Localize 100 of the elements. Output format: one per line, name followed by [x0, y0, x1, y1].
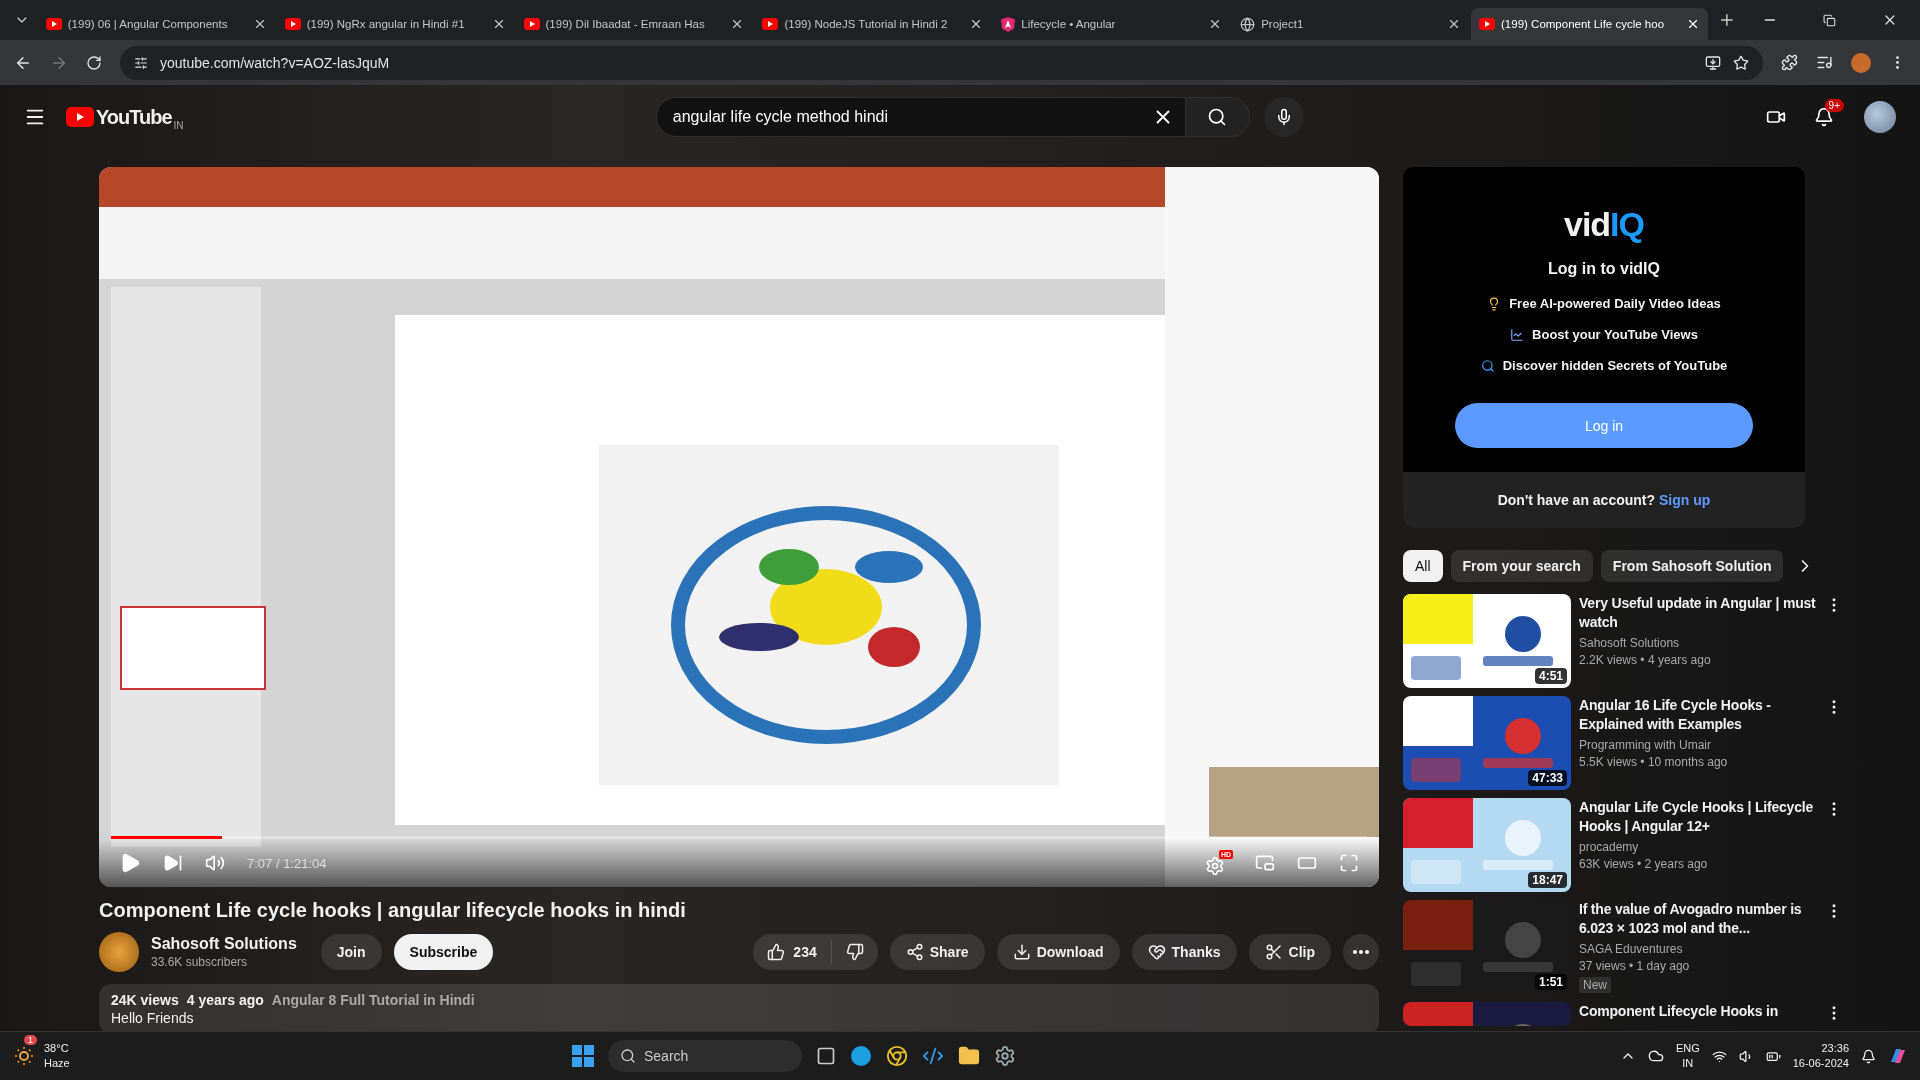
- wifi-icon[interactable]: [1711, 1048, 1727, 1064]
- taskbar-search[interactable]: Search: [608, 1040, 802, 1072]
- youtube-icon: [1479, 18, 1496, 30]
- youtube-icon: [523, 18, 540, 30]
- join-button[interactable]: Join: [320, 934, 382, 970]
- account-avatar[interactable]: [1864, 101, 1896, 133]
- share-icon: [905, 943, 924, 961]
- fullscreen-icon[interactable]: [1339, 853, 1359, 873]
- install-icon[interactable]: [1705, 54, 1721, 71]
- extensions-icon[interactable]: [1781, 54, 1798, 71]
- clock-date[interactable]: 16-06-2024: [1792, 1056, 1849, 1071]
- voice-search-button[interactable]: [1263, 97, 1304, 137]
- app-icon[interactable]: [850, 1045, 872, 1067]
- thumbs-up-icon: [767, 943, 786, 961]
- signup-prompt: Don't have an account? Sign up: [1497, 492, 1711, 508]
- video-title[interactable]: Angular 16 Life Cycle Hooks - Explained with Examples: [1579, 696, 1817, 734]
- task-view-icon[interactable]: [816, 1046, 836, 1066]
- cloud-icon[interactable]: [1647, 1048, 1664, 1064]
- next-icon[interactable]: [163, 853, 183, 873]
- weather-icon[interactable]: [12, 1044, 36, 1068]
- settings-icon[interactable]: [994, 1045, 1016, 1067]
- vidiq-logo: vidIQ: [1564, 205, 1644, 244]
- channel-name: Programming with Umair: [1579, 737, 1713, 754]
- filter-chip[interactable]: From your search: [1450, 550, 1593, 582]
- youtube-icon: [66, 107, 94, 127]
- search-icon: [1480, 358, 1495, 373]
- tab-title: (199) NgRx angular in Hindi #1: [306, 18, 466, 30]
- filter-chip[interactable]: All: [1403, 550, 1443, 582]
- description-panel[interactable]: 24K views 4 years ago Angular 8 Full Tutorial in Hindi Hello Friends: [99, 984, 1379, 1031]
- folder-icon[interactable]: [958, 1045, 980, 1067]
- browser-tab[interactable]: Lifecycle • Angular: [993, 8, 1231, 40]
- video-title[interactable]: If the value of Avogadro number is 6.023 × 1023 mol and the...: [1579, 900, 1817, 938]
- search-field[interactable]: angular life cycle method hindi: [655, 97, 1186, 137]
- action-button[interactable]: Download: [996, 934, 1120, 970]
- upload-age: 4 years ago: [186, 992, 264, 1008]
- search-icon: [1207, 107, 1228, 127]
- tab-title: Project1: [1261, 18, 1305, 30]
- thumbs-down-icon: [845, 943, 864, 961]
- duration-badge: 18:47: [1528, 872, 1567, 888]
- temperature: 38°C: [44, 1041, 69, 1056]
- duration-badge: 47:33: [1528, 770, 1567, 786]
- browser-tab[interactable]: (199) NgRx angular in Hindi #1: [276, 8, 514, 40]
- action-button[interactable]: Clip: [1248, 934, 1331, 970]
- profile-avatar[interactable]: [1851, 52, 1871, 73]
- region-label: IN: [173, 119, 184, 131]
- browser-tab[interactable]: (199) 06 | Angular Components: [37, 8, 275, 40]
- action-button[interactable]: Share: [889, 934, 985, 970]
- browser-icon[interactable]: [886, 1045, 908, 1067]
- channel-name[interactable]: Sahosoft Solutions: [151, 935, 297, 953]
- bookmark-icon[interactable]: [1733, 54, 1749, 71]
- bell-icon: [1814, 107, 1834, 127]
- channel-avatar[interactable]: [99, 932, 139, 972]
- tab-title: (199) Dil Ibaadat - Emraan Has: [545, 18, 706, 30]
- channel-name: procademy: [1579, 839, 1640, 856]
- more-button[interactable]: [1343, 934, 1379, 970]
- subscribe-button[interactable]: Subscribe: [393, 934, 494, 970]
- video-title[interactable]: Very Useful update in Angular | must watch: [1579, 594, 1817, 632]
- browser-tab[interactable]: Project1: [1232, 8, 1470, 40]
- video-title: Component Life cycle hooks | angular lifecycle hooks in hindi: [99, 899, 687, 922]
- card-heading: Log in to vidIQ: [1548, 260, 1660, 278]
- restore-icon[interactable]: [1823, 13, 1837, 27]
- action-button[interactable]: Thanks: [1131, 934, 1237, 970]
- notifications-button[interactable]: 9+: [1804, 97, 1844, 137]
- duration-badge: 1:51: [1534, 974, 1567, 990]
- signup-link[interactable]: Sign up: [1658, 492, 1711, 508]
- code-editor-icon[interactable]: [922, 1045, 944, 1067]
- youtube-icon: [284, 18, 301, 30]
- reload-icon[interactable]: [86, 54, 102, 71]
- tab-title: (199) 06 | Angular Components: [67, 18, 229, 30]
- media-icon[interactable]: [1816, 54, 1833, 71]
- address-bar[interactable]: youtube.com/watch?v=AOZ-lasJquM: [120, 45, 1763, 80]
- feature-text: Free AI-powered Daily Video Ideas: [1509, 296, 1721, 311]
- notifications-icon[interactable]: [1861, 1048, 1876, 1064]
- playlist-link[interactable]: Angular 8 Full Tutorial in Hindi: [271, 992, 475, 1008]
- channel-name: Sahosoft Solutions: [1579, 635, 1681, 652]
- browser-tab[interactable]: (199) NodeJS Tutorial in Hindi 2: [754, 8, 992, 40]
- copilot-icon[interactable]: [1888, 1046, 1908, 1066]
- tab-title: (199) NodeJS Tutorial in Hindi 2: [784, 18, 949, 30]
- clock-time[interactable]: 23:36: [1821, 1041, 1849, 1056]
- browser-tab[interactable]: (199) Component Life cycle hoo: [1471, 8, 1708, 40]
- video-title[interactable]: Component Lifecycle Hooks in: [1579, 1002, 1817, 1021]
- site-info-icon[interactable]: [134, 55, 148, 70]
- region-code[interactable]: IN: [1682, 1056, 1694, 1071]
- language-code[interactable]: ENG: [1675, 1041, 1700, 1056]
- video-title[interactable]: Angular Life Cycle Hooks | Lifecycle Hooks | Angular 12+: [1579, 798, 1817, 836]
- youtube-icon: [762, 18, 779, 30]
- channel-name: SAGA Eduventures: [1579, 941, 1684, 958]
- browser-tab[interactable]: (199) Dil Ibaadat - Emraan Has: [515, 8, 753, 40]
- tab-title: (199) Component Life cycle hoo: [1501, 18, 1666, 30]
- start-icon[interactable]: [572, 1045, 594, 1067]
- view-count: 24K views: [111, 992, 179, 1008]
- video-stats: 2.2K views • 4 years ago: [1579, 652, 1712, 669]
- search-button[interactable]: [1185, 97, 1250, 137]
- subscriber-count: 33.6K subscribers: [151, 955, 249, 969]
- feature-text: Discover hidden Secrets of YouTube: [1502, 358, 1728, 373]
- new-badge: New: [1579, 977, 1611, 993]
- video-stats: 5.5K views • 10 months ago: [1579, 754, 1729, 771]
- scissors-icon: [1264, 943, 1283, 961]
- filter-chip[interactable]: From Sahosoft Solution: [1600, 550, 1784, 582]
- miniplayer-icon[interactable]: [1255, 853, 1275, 873]
